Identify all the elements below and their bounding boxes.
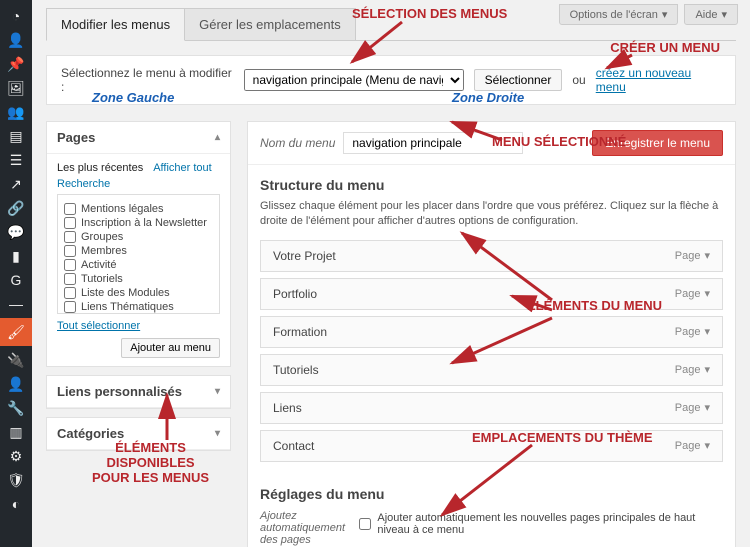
subtab-recent[interactable]: Les plus récentes [57, 162, 143, 174]
page-checkbox[interactable] [64, 287, 76, 299]
pages-checklist: Mentions légales Inscription à la Newsle… [57, 194, 220, 314]
partial-icon[interactable]: ◐ [6, 494, 26, 514]
save-menu-button[interactable]: Enregistrer le menu [592, 130, 723, 156]
pages-metabox-header[interactable]: Pages▴ [47, 122, 230, 154]
pages-icon[interactable]: ▤ [6, 126, 26, 146]
caret-down-icon: ▾ [704, 363, 710, 376]
annotation: CRÉER UN MENU [610, 40, 720, 55]
subtab-search[interactable]: Recherche [57, 178, 110, 190]
menu-name-input[interactable] [343, 132, 523, 154]
tab-manage-locations[interactable]: Gérer les emplacements [184, 8, 356, 40]
custom-links-metabox-header[interactable]: Liens personnalisés▾ [47, 376, 230, 408]
page-checkbox[interactable] [64, 245, 76, 257]
screen-options-button[interactable]: Options de l'écran ▾ [559, 4, 679, 25]
page-item[interactable]: Tutoriels [64, 273, 213, 285]
menu-name-label: Nom du menu [260, 136, 335, 150]
caret-down-icon: ▾ [704, 439, 710, 452]
link-icon[interactable]: 🔗 [6, 198, 26, 218]
menu-select-bar: Sélectionnez le menu à modifier : naviga… [46, 55, 736, 105]
select-button[interactable]: Sélectionner [474, 69, 563, 91]
caret-down-icon: ▾ [704, 325, 710, 338]
or-text: ou [572, 73, 585, 87]
caret-down-icon: ▾ [704, 401, 710, 414]
categories-metabox-header[interactable]: Catégories▾ [47, 418, 230, 450]
page-checkbox[interactable] [64, 259, 76, 271]
shield-icon[interactable]: 🛡 [6, 470, 26, 490]
plugins-icon[interactable]: 🔌 [6, 350, 26, 370]
comments-icon[interactable]: 💬 [6, 222, 26, 242]
auto-add-checkbox[interactable] [359, 518, 371, 530]
select-label: Sélectionnez le menu à modifier : [61, 66, 234, 94]
caret-up-icon: ▴ [215, 132, 220, 143]
page-item[interactable]: Liens Thématiques [64, 301, 213, 313]
profile-icon[interactable]: 👤 [6, 30, 26, 50]
structure-title: Structure du menu [260, 177, 723, 193]
document-icon[interactable]: ▮ [6, 246, 26, 266]
pin-icon[interactable]: 📌 [6, 54, 26, 74]
users-icon[interactable]: 👤 [6, 374, 26, 394]
page-item[interactable]: Activité [64, 259, 213, 271]
page-checkbox[interactable] [64, 301, 76, 313]
subtab-all[interactable]: Afficher tout [153, 162, 212, 174]
create-menu-link[interactable]: créez un nouveau menu [596, 66, 721, 94]
caret-down-icon: ▾ [704, 287, 710, 300]
page-item[interactable]: Groupes [64, 231, 213, 243]
menu-item[interactable]: FormationPage ▾ [260, 316, 723, 348]
list-icon[interactable]: ☰ [6, 150, 26, 170]
page-checkbox[interactable] [64, 203, 76, 215]
page-item[interactable]: Mentions légales [64, 203, 213, 215]
media-icon[interactable]: 🖼 [6, 78, 26, 98]
groups-icon[interactable]: 👥 [6, 102, 26, 122]
chevron-down-icon: ▾ [721, 8, 727, 21]
settings-title: Réglages du menu [260, 486, 723, 502]
menu-item[interactable]: TutorielsPage ▾ [260, 354, 723, 386]
menu-select[interactable]: navigation principale (Menu de navigatio… [244, 69, 464, 91]
admin-sidebar: ◔ 👤 📌 🖼 👥 ▤ ☰ ↗ 🔗 💬 ▮ G — 🖌 🔌 👤 🔧 ▥ ⚙ 🛡 … [0, 0, 32, 547]
g-icon[interactable]: G [6, 270, 26, 290]
menu-item[interactable]: PortfolioPage ▾ [260, 278, 723, 310]
cards-icon[interactable]: ▥ [6, 422, 26, 442]
auto-add-label: Ajoutez automatiquement des pages [260, 510, 345, 546]
settings-icon[interactable]: ⚙ [6, 446, 26, 466]
chevron-down-icon: ▾ [662, 8, 668, 21]
menu-item[interactable]: LiensPage ▾ [260, 392, 723, 424]
select-all-link[interactable]: Tout sélectionner [57, 320, 140, 332]
page-item[interactable]: Liste des Modules [64, 287, 213, 299]
auto-add-option[interactable]: Ajouter automatiquement les nouvelles pa… [359, 512, 723, 536]
left-column: Pages▴ Les plus récentes Afficher tout R… [46, 121, 231, 459]
page-item[interactable]: Inscription à la Newsletter [64, 217, 213, 229]
bar-icon[interactable]: — [6, 294, 26, 314]
caret-down-icon: ▾ [215, 386, 220, 397]
menu-item[interactable]: ContactPage ▾ [260, 430, 723, 462]
right-column: Nom du menu Enregistrer le menu Structur… [247, 121, 736, 547]
add-to-menu-button[interactable]: Ajouter au menu [121, 338, 220, 358]
share-icon[interactable]: ↗ [6, 174, 26, 194]
page-checkbox[interactable] [64, 231, 76, 243]
tools-icon[interactable]: 🔧 [6, 398, 26, 418]
caret-down-icon: ▾ [704, 249, 710, 262]
caret-down-icon: ▾ [215, 428, 220, 439]
appearance-icon[interactable]: 🖌 [0, 318, 32, 346]
dashboard-icon[interactable]: ◔ [6, 6, 26, 26]
help-button[interactable]: Aide ▾ [684, 4, 738, 25]
menu-item[interactable]: Votre ProjetPage ▾ [260, 240, 723, 272]
tab-edit-menus[interactable]: Modifier les menus [46, 8, 185, 41]
structure-desc: Glissez chaque élément pour les placer d… [260, 199, 723, 230]
page-checkbox[interactable] [64, 217, 76, 229]
page-checkbox[interactable] [64, 273, 76, 285]
page-item[interactable]: Membres [64, 245, 213, 257]
